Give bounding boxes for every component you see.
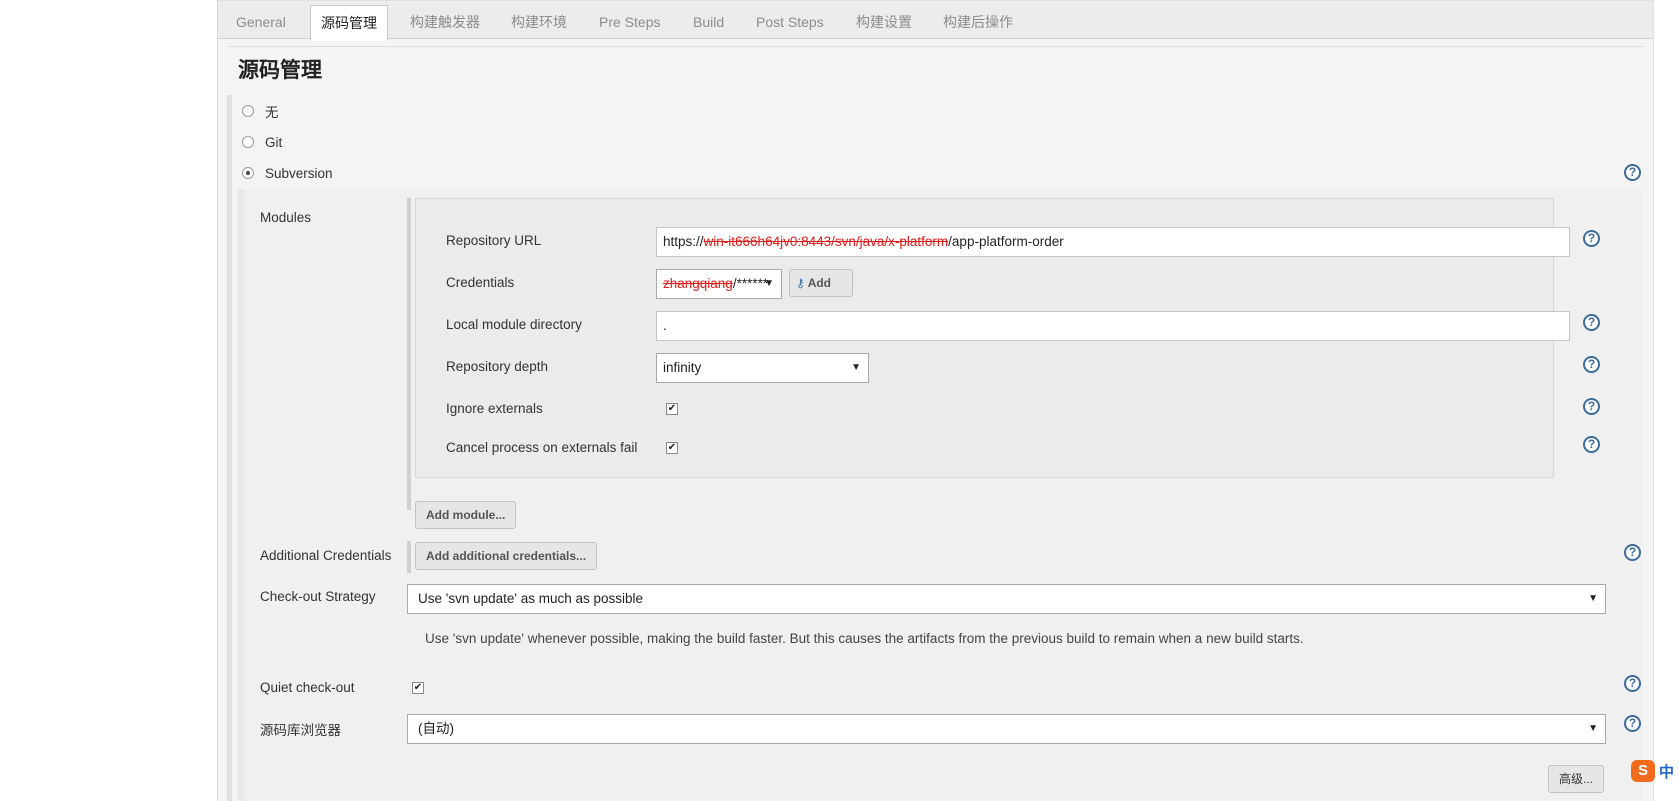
scm-option-subversion[interactable]: Subversion <box>242 163 333 183</box>
additional-credentials-label: Additional Credentials <box>260 548 392 563</box>
local-module-directory-label: Local module directory <box>446 317 582 332</box>
help-icon[interactable]: ? <box>1583 314 1600 331</box>
additional-credentials-indent-bar <box>407 541 411 573</box>
radio-git[interactable] <box>242 136 254 148</box>
repo-browser-label: 源码库浏览器 <box>260 723 341 738</box>
repository-depth-label: Repository depth <box>446 359 549 374</box>
add-credentials-label: Add <box>807 276 832 290</box>
module-box: Repository URL https://win-it666h64jv0:8… <box>415 198 1600 478</box>
subversion-indent-bar <box>238 189 244 801</box>
chevron-down-icon: ▼ <box>764 278 774 289</box>
checkout-strategy-select[interactable]: Use 'svn update' as much as possible ▼ <box>407 584 1606 614</box>
credentials-redacted: zhangqiang <box>663 276 733 291</box>
ignore-externals-checkbox[interactable]: ✔ <box>666 403 678 415</box>
cancel-on-externals-fail-checkbox[interactable]: ✔ <box>666 442 678 454</box>
local-module-directory-input[interactable]: . <box>656 311 1570 341</box>
add-additional-credentials-button[interactable]: Add additional credentials... <box>415 542 597 570</box>
tab-build-environment[interactable]: 构建环境 <box>501 5 577 40</box>
tab-build-settings[interactable]: 构建设置 <box>846 5 922 40</box>
chevron-down-icon: ▼ <box>1588 723 1598 734</box>
quiet-checkout-label: Quiet check-out <box>260 680 355 695</box>
help-icon[interactable]: ? <box>1624 715 1641 732</box>
repository-depth-select[interactable]: infinity ▼ <box>656 353 869 383</box>
tab-general[interactable]: General <box>226 5 296 40</box>
repository-url-label: Repository URL <box>446 233 542 248</box>
help-icon[interactable]: ? <box>1624 544 1641 561</box>
scm-option-label: Git <box>265 134 283 150</box>
modules-indent-bar <box>407 198 411 510</box>
scm-option-label: 无 <box>265 105 279 120</box>
repository-url-prefix: https:// <box>663 234 704 249</box>
credentials-suffix: /****** <box>732 276 769 291</box>
credentials-label: Credentials <box>446 275 515 290</box>
help-icon[interactable]: ? <box>1583 398 1600 415</box>
tab-pre-steps[interactable]: Pre Steps <box>589 5 670 40</box>
tab-build-triggers[interactable]: 构建触发器 <box>400 5 490 40</box>
quiet-checkout-checkbox[interactable]: ✔ <box>412 682 424 694</box>
help-icon[interactable]: ? <box>1583 436 1600 453</box>
key-icon: ⚷ <box>796 276 805 290</box>
help-icon[interactable]: ? <box>1583 356 1600 373</box>
repo-browser-value: (自动) <box>418 721 454 736</box>
advanced-button[interactable]: 高级... <box>1548 765 1604 793</box>
add-credentials-button[interactable]: ⚷ Add <box>789 269 853 297</box>
help-icon[interactable]: ? <box>1624 164 1641 181</box>
checkout-strategy-label: Check-out Strategy <box>260 589 376 604</box>
checkout-strategy-value: Use 'svn update' as much as possible <box>418 591 644 606</box>
ime-indicator[interactable]: S 中 <box>1631 760 1674 782</box>
radio-none[interactable] <box>242 105 254 117</box>
scm-option-none[interactable]: 无 <box>242 101 279 121</box>
repo-browser-select[interactable]: (自动) ▼ <box>407 714 1606 744</box>
cancel-on-externals-fail-label: Cancel process on externals fail <box>446 440 638 455</box>
tab-post-steps[interactable]: Post Steps <box>746 5 834 40</box>
sogou-logo-icon: S <box>1631 760 1655 782</box>
repository-depth-value: infinity <box>663 360 702 375</box>
checkout-strategy-description: Use 'svn update' whenever possible, maki… <box>425 631 1304 646</box>
help-icon[interactable]: ? <box>1583 230 1600 247</box>
tab-post-build-actions[interactable]: 构建后操作 <box>933 5 1023 40</box>
radio-subversion[interactable] <box>242 167 254 179</box>
help-icon[interactable]: ? <box>1624 675 1641 692</box>
tab-build[interactable]: Build <box>683 5 734 40</box>
credentials-select[interactable]: zhangqiang/****** ▼ <box>656 269 782 299</box>
section-indent-bar <box>227 95 232 801</box>
repository-url-suffix: /app-platform-order <box>948 234 1064 249</box>
ime-mode: 中 <box>1659 763 1675 781</box>
scm-option-git[interactable]: Git <box>242 132 282 152</box>
add-module-button[interactable]: Add module... <box>415 501 516 529</box>
chevron-down-icon: ▼ <box>1588 593 1598 604</box>
scm-option-label: Subversion <box>265 165 333 181</box>
tab-source-code-management[interactable]: 源码管理 <box>310 5 388 41</box>
section-divider <box>228 46 1644 47</box>
chevron-down-icon: ▼ <box>851 362 861 373</box>
tab-bar: General 源码管理 构建触发器 构建环境 Pre Steps Build … <box>218 0 1653 41</box>
repository-url-redacted: win-it666h64jv0:8443/svn/java/x-platform <box>703 234 949 249</box>
modules-label: Modules <box>260 210 312 225</box>
section-title: 源码管理 <box>238 59 322 82</box>
ignore-externals-label: Ignore externals <box>446 401 543 416</box>
config-panel: General 源码管理 构建触发器 构建环境 Pre Steps Build … <box>217 0 1654 801</box>
repository-url-input[interactable]: https://win-it666h64jv0:8443/svn/java/x-… <box>656 227 1570 257</box>
